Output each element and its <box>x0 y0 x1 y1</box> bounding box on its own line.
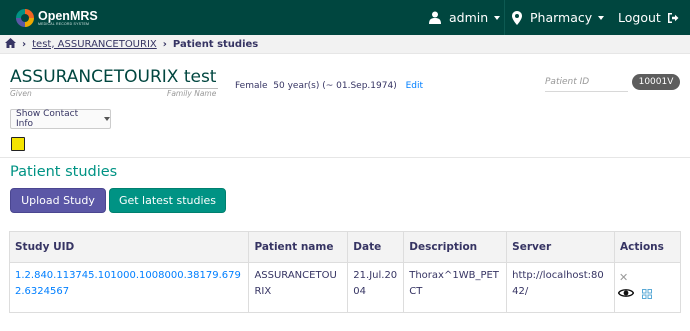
column-header-patient-name[interactable]: Patient name <box>248 231 349 263</box>
patient-id-underline <box>545 91 628 92</box>
location-label: Pharmacy <box>530 10 593 25</box>
home-icon[interactable] <box>5 37 16 51</box>
view-icon[interactable] <box>617 288 635 304</box>
grid-icon[interactable] <box>641 289 652 305</box>
date-cell: 21.Jul.2004 <box>347 262 405 313</box>
upload-study-button[interactable]: Upload Study <box>10 188 106 213</box>
breadcrumb-current: Patient studies <box>172 38 259 50</box>
server-cell: http://localhost:8042/ <box>506 262 615 313</box>
column-header-date[interactable]: Date <box>347 231 405 263</box>
breadcrumb-separator-icon: › <box>162 38 167 50</box>
logo-name: OpenMRS <box>38 8 98 23</box>
column-header-study-uid[interactable]: Study UID <box>8 231 250 263</box>
patient-demographics: Female 50 year(s) (~ 01.Sep.1974) Edit <box>235 81 423 91</box>
column-header-description[interactable]: Description <box>403 231 508 263</box>
remove-icon[interactable]: ✕ <box>619 270 628 286</box>
get-latest-studies-button[interactable]: Get latest studies <box>109 188 226 213</box>
openmrs-logo-icon <box>16 9 34 27</box>
studies-table: Study UID Patient name Date Description … <box>8 231 682 313</box>
patient-id-label: Patient ID <box>545 77 590 87</box>
sticky-note-icon[interactable] <box>11 137 25 151</box>
table-row: 1.2.840.113745.101000.1008000.38179.6792… <box>8 262 682 313</box>
location-menu[interactable]: Pharmacy <box>512 0 605 35</box>
study-uid-link[interactable]: 1.2.840.113745.101000.1008000.38179.6792… <box>15 270 241 297</box>
nav-divider <box>504 0 505 35</box>
logout-link[interactable]: Logout <box>618 0 679 35</box>
contact-info-label: Show Contact Info <box>16 109 79 129</box>
map-marker-icon <box>512 10 522 25</box>
given-name-label: Given <box>10 89 32 98</box>
openmrs-logo[interactable]: OpenMRS MEDICAL RECORD SYSTEM <box>16 8 98 28</box>
page-title: Patient studies <box>10 164 118 180</box>
logout-label: Logout <box>618 10 661 25</box>
patient-header: ASSURANCETOURIX test Given Family Name F… <box>0 55 690 158</box>
show-contact-info-button[interactable]: Show Contact Info <box>10 109 111 129</box>
breadcrumb: › test, ASSURANCETOURIX › Patient studie… <box>0 35 690 54</box>
user-label: admin <box>449 10 489 25</box>
actions-cell: ✕ <box>613 262 682 313</box>
table-header-row: Study UID Patient name Date Description … <box>8 231 682 263</box>
patient-name: ASSURANCETOURIX test <box>10 67 217 87</box>
study-uid-cell: 1.2.840.113745.101000.1008000.38179.6792… <box>8 262 250 313</box>
edit-demographics-link[interactable]: Edit <box>406 81 423 91</box>
description-cell: Thorax^1WB_PETCT <box>403 262 508 313</box>
patient-id-badge: 10001V <box>632 74 680 90</box>
column-header-actions: Actions <box>613 231 682 263</box>
family-name-label: Family Name <box>167 89 217 98</box>
user-icon <box>429 11 441 24</box>
top-navbar: OpenMRS MEDICAL RECORD SYSTEM admin Phar… <box>0 0 690 35</box>
chevron-down-icon <box>494 15 501 20</box>
logout-icon <box>667 12 679 24</box>
patient-name-cell: ASSURANCETOURIX <box>248 262 349 313</box>
logo-tagline: MEDICAL RECORD SYSTEM <box>38 22 90 26</box>
patient-gender: Female <box>235 81 268 91</box>
breadcrumb-separator-icon: › <box>22 38 27 50</box>
patient-age: 50 year(s) (~ 01.Sep.1974) <box>273 81 397 91</box>
chevron-down-icon <box>598 15 605 20</box>
column-header-server[interactable]: Server <box>506 231 615 263</box>
user-menu[interactable]: admin <box>429 0 501 35</box>
breadcrumb-patient-link[interactable]: test, ASSURANCETOURIX <box>32 39 157 50</box>
chevron-down-icon <box>104 117 110 121</box>
